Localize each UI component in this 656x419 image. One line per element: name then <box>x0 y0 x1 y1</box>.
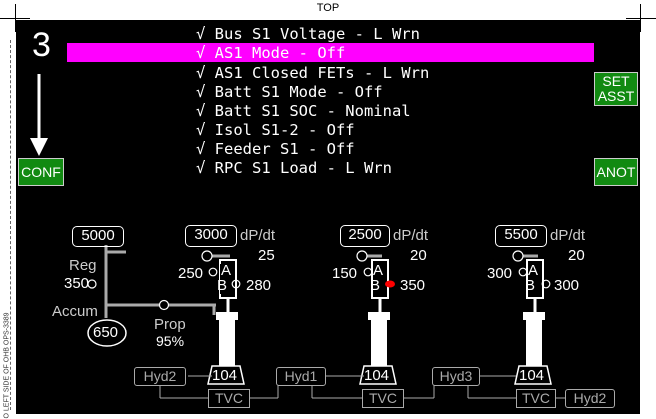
crosshair-right-v <box>640 4 641 32</box>
reg-sensor-icon <box>87 279 97 289</box>
hydraulic-schematic <box>87 245 566 399</box>
hyd1-box: Hyd1 <box>276 367 326 386</box>
actuator-1-output: 104 <box>212 367 238 384</box>
side-label: O LEFT SIDE OF OHB OPS-3389 <box>3 312 11 419</box>
actuator-3-pressure: 5500 <box>495 225 547 247</box>
prop-value: 95% <box>156 333 185 349</box>
tvc-3-box: TVC <box>516 389 556 408</box>
actuator-1-a-value: 250 <box>178 265 204 282</box>
actuator-3-a-value: 300 <box>487 265 513 282</box>
hyd3-box: Hyd3 <box>432 367 480 386</box>
accum-pressure-box: 5000 <box>72 226 124 247</box>
tvc-1-box: TVC <box>208 389 250 408</box>
actuator-2-pressure: 2500 <box>340 225 390 247</box>
accum-value: 650 <box>93 324 119 341</box>
reg-value: 350 <box>64 275 90 292</box>
display-screen: 3 √ Bus S1 Voltage - L Wrn √ AS1 Mode - … <box>16 20 640 414</box>
hyd2-left-box: Hyd2 <box>134 367 186 386</box>
actuator-3-output: 104 <box>519 367 545 384</box>
actuator-1-b-value: 280 <box>246 277 272 294</box>
actuator-3-b-label: B <box>525 277 536 294</box>
reg-label: Reg <box>69 257 97 274</box>
actuator-2-dpdt-value: 20 <box>410 247 427 264</box>
tvc-2-box: TVC <box>362 389 404 408</box>
page-header: TOP <box>0 0 656 20</box>
actuator-2-dpdt-label: dP/dt <box>393 227 429 244</box>
accum-label: Accum <box>52 303 98 320</box>
crosshair-right-h <box>626 18 656 19</box>
actuator-2-a-value: 150 <box>332 265 358 282</box>
actuator-1-dpdt-label: dP/dt <box>240 227 276 244</box>
alert-indicator-icon <box>385 280 395 288</box>
actuator-3-dpdt-label: dP/dt <box>550 227 586 244</box>
prop-label: Prop <box>154 316 186 333</box>
actuator-1-dpdt-value: 25 <box>258 247 275 264</box>
actuator-2-b-label: B <box>370 277 381 294</box>
actuator-3-b-value: 300 <box>554 277 580 294</box>
top-label: TOP <box>316 2 340 14</box>
actuator-2-b-value: 350 <box>400 277 426 294</box>
actuator-3-dpdt-value: 20 <box>568 247 585 264</box>
actuator-1-b-label: B <box>217 277 228 294</box>
prop-sensor-icon <box>158 299 170 311</box>
hyd2-right-box: Hyd2 <box>565 389 615 408</box>
actuator-2-output: 104 <box>364 367 390 384</box>
actuator-1-pressure: 3000 <box>185 225 237 247</box>
